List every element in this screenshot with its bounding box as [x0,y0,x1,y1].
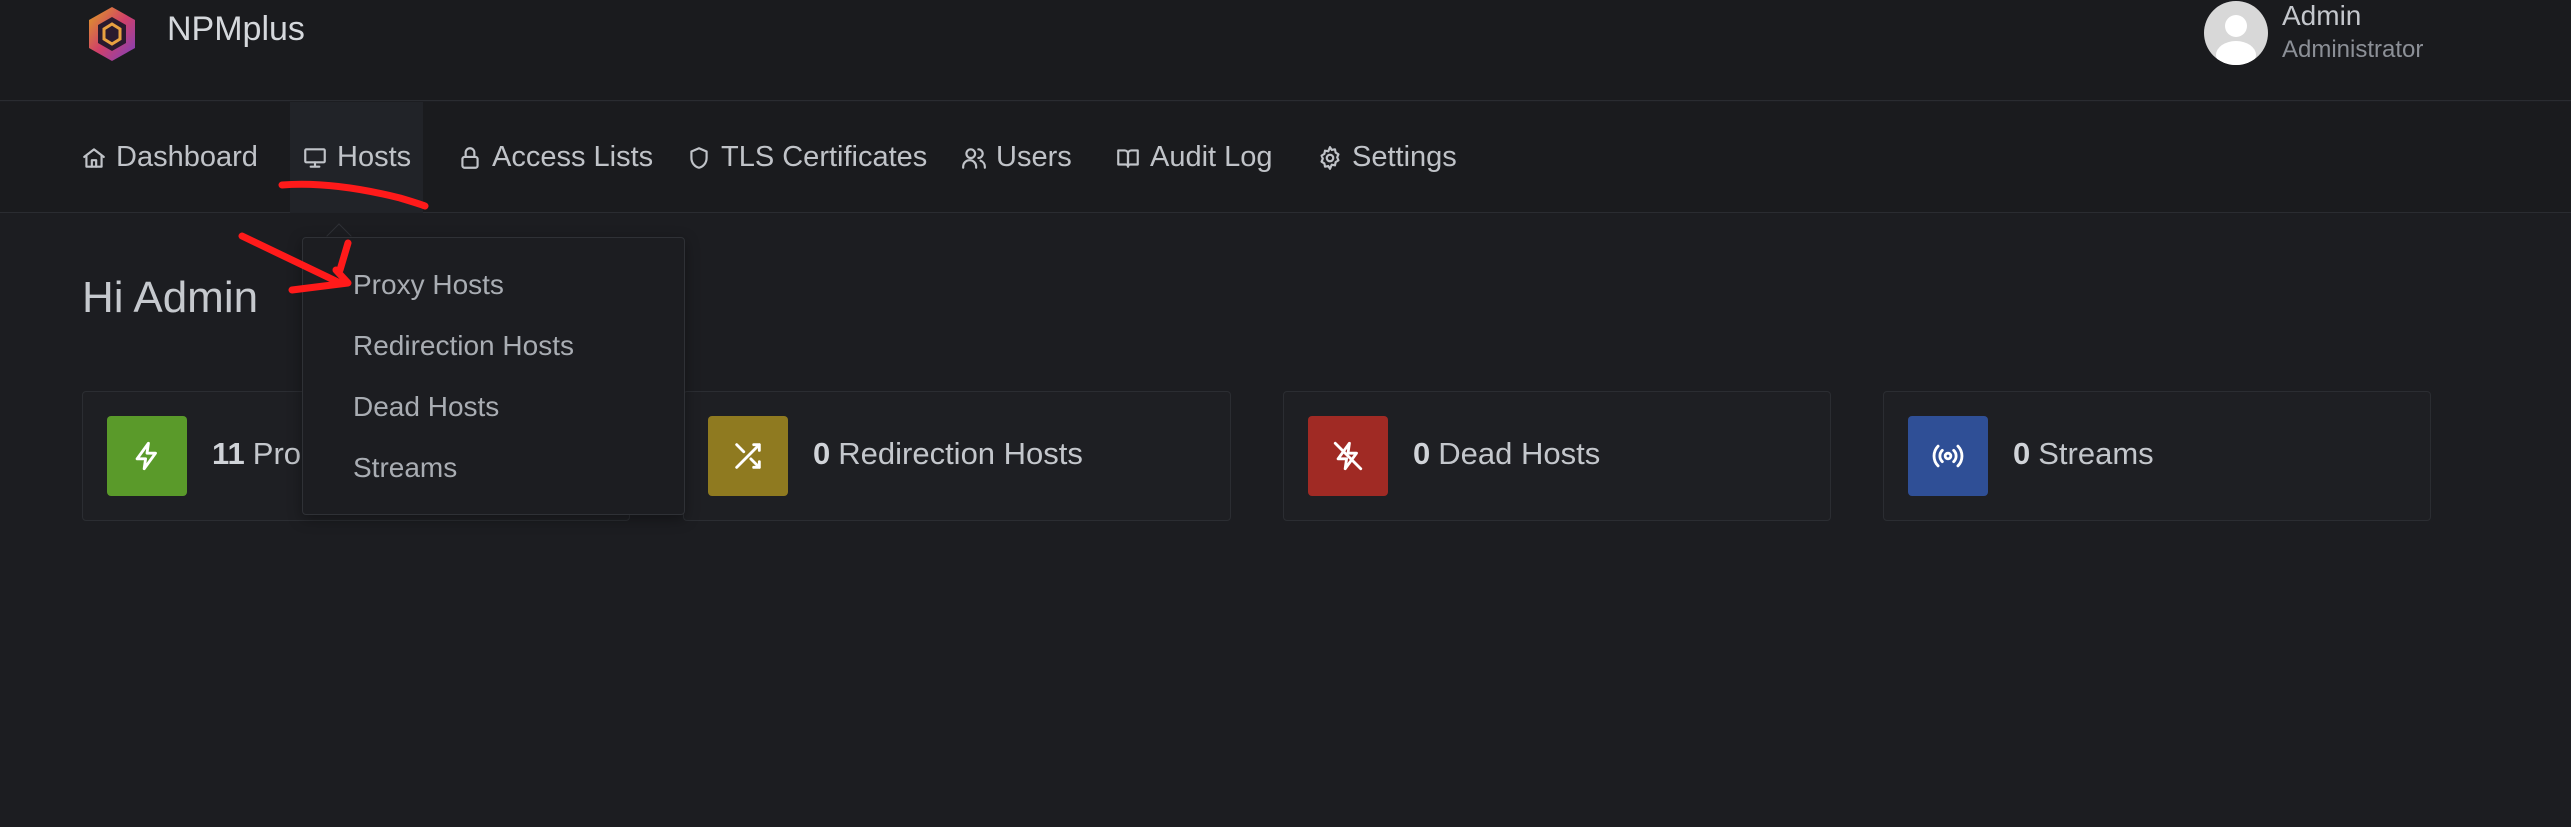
stat-card-redirection-hosts[interactable]: 0 Redirection Hosts [683,391,1231,521]
nav-users-label: Users [996,141,1072,173]
home-icon [83,147,105,168]
nav-hosts[interactable]: Hosts [290,102,424,213]
stat-count: 11 [212,436,245,471]
nav-users[interactable]: Users [961,102,1072,213]
page-greeting: Hi Admin [82,273,259,322]
nav-settings[interactable]: Settings [1317,102,1457,213]
shuffle-icon [708,416,788,496]
lock-icon [461,146,479,169]
nav-tls-certificates[interactable]: TLS Certificates [686,102,927,213]
hosts-dropdown-menu: Proxy Hosts Redirection Hosts Dead Hosts… [302,237,685,515]
nav-access-lists-label: Access Lists [492,141,654,173]
dropdown-item-redirection-hosts[interactable]: Redirection Hosts [353,330,574,362]
user-name[interactable]: Admin [2282,0,2361,32]
nav-audit-log-label: Audit Log [1150,141,1273,173]
stat-card-dead-hosts[interactable]: 0 Dead Hosts [1283,391,1831,521]
hexagon-logo-icon[interactable] [83,5,141,63]
users-icon [962,147,986,169]
stat-dead-hosts-text: 0 Dead Hosts [1413,436,1600,472]
dropdown-item-streams[interactable]: Streams [353,452,457,484]
stat-card-streams[interactable]: 0 Streams [1883,391,2431,521]
main-nav: Dashboard Hosts Access Lists TLS Certifi… [0,102,2571,213]
stat-label: Redirection Hosts [838,436,1083,471]
user-avatar-icon[interactable] [2204,1,2268,65]
dropdown-item-proxy-hosts[interactable]: Proxy Hosts [353,269,504,301]
stat-proxy-hosts-text: 11 Pro [212,436,301,472]
shield-icon [690,146,708,169]
stat-count: 0 [813,436,831,471]
stat-count: 0 [1413,436,1431,471]
stat-label: Dead Hosts [1438,436,1601,471]
gear-icon [1320,145,1340,170]
bolt-icon [107,416,187,496]
nav-settings-label: Settings [1352,141,1457,173]
monitor-icon [304,147,326,168]
nav-dashboard[interactable]: Dashboard [81,102,258,213]
stat-label: Streams [2038,436,2154,471]
brand-name[interactable]: NPMplus [167,10,305,49]
stat-streams-text: 0 Streams [2013,436,2154,472]
stat-label: Pro [252,436,302,471]
top-header: NPMplus Admin Administrator [0,0,2571,101]
bolt-off-icon [1308,416,1388,496]
nav-tls-certificates-label: TLS Certificates [721,141,928,173]
broadcast-icon [1908,416,1988,496]
nav-audit-log[interactable]: Audit Log [1115,102,1273,213]
nav-access-lists[interactable]: Access Lists [457,102,653,213]
stat-redirection-hosts-text: 0 Redirection Hosts [813,436,1083,472]
stat-count: 0 [2013,436,2031,471]
nav-hosts-label: Hosts [337,141,412,173]
book-icon [1117,148,1139,168]
nav-dashboard-label: Dashboard [116,141,258,173]
user-role: Administrator [2282,36,2424,63]
dropdown-item-dead-hosts[interactable]: Dead Hosts [353,391,499,423]
